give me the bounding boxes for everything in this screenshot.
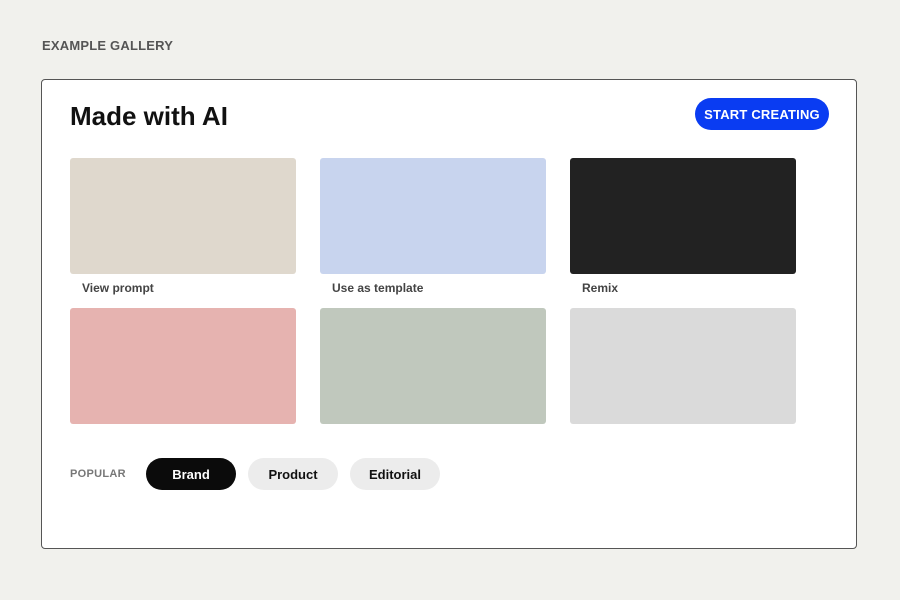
remix-link[interactable]: Remix xyxy=(582,281,618,295)
use-as-template-link[interactable]: Use as template xyxy=(332,281,423,295)
gallery-card: Made with AI START CREATING View prompt … xyxy=(41,79,857,549)
start-creating-button[interactable]: START CREATING xyxy=(695,98,829,130)
gallery-title: Made with AI xyxy=(70,101,228,131)
gallery-tile-2[interactable] xyxy=(320,158,546,274)
gallery-tile-4[interactable] xyxy=(70,308,296,424)
gallery-tile-1[interactable] xyxy=(70,158,296,274)
filter-chip-brand[interactable]: Brand xyxy=(146,458,236,490)
gallery-tile-3[interactable] xyxy=(570,158,796,274)
popular-label: POPULAR xyxy=(70,468,126,480)
filter-chip-editorial[interactable]: Editorial xyxy=(350,458,440,490)
gallery-tile-5[interactable] xyxy=(320,308,546,424)
view-prompt-link[interactable]: View prompt xyxy=(82,281,154,295)
filter-chip-product[interactable]: Product xyxy=(248,458,338,490)
gallery-eyebrow: EXAMPLE GALLERY xyxy=(42,38,174,53)
gallery-tile-6[interactable] xyxy=(570,308,796,424)
